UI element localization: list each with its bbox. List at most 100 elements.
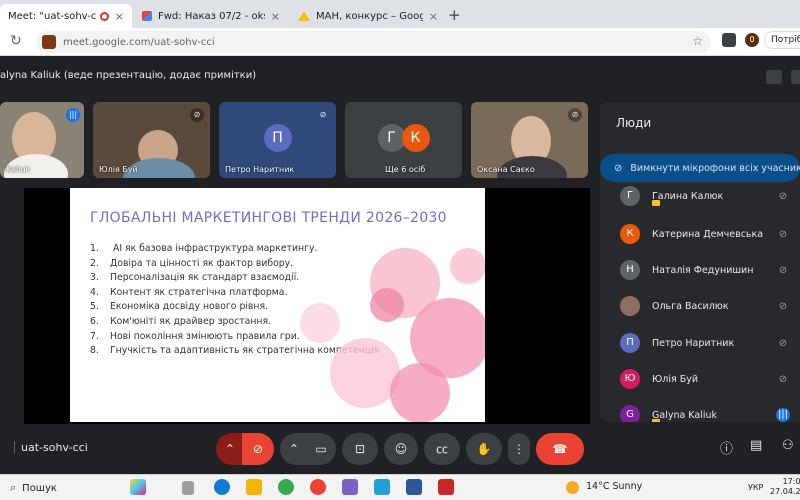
avatar: К xyxy=(401,124,430,152)
slide-list: 1. AI як базова інфраструктура маркетинг… xyxy=(90,242,379,359)
flower-decoration xyxy=(390,363,450,422)
tab-meet[interactable]: Meet: "uat-sohv-cci" × xyxy=(0,4,132,28)
participant-tile[interactable]: ⊘ Оксана Саєко xyxy=(471,102,588,178)
participant-tile[interactable]: ⊘ Юлія Буй xyxy=(93,102,210,178)
close-icon[interactable]: × xyxy=(271,10,280,23)
os-taskbar: ⌕ Пошук 14°C Sunny УКР 17:06 27.04.20 xyxy=(0,474,800,500)
mic-off-icon[interactable]: ⊘ xyxy=(776,338,790,349)
info-icon[interactable]: ⓘ xyxy=(720,438,733,457)
avatar: П xyxy=(620,333,640,353)
present-button[interactable]: ⊡ xyxy=(342,433,378,465)
avatar: G xyxy=(620,405,640,422)
close-icon[interactable]: × xyxy=(115,10,124,23)
drive-icon xyxy=(298,11,310,21)
host-badge xyxy=(652,419,660,422)
edge-icon[interactable] xyxy=(214,479,230,495)
browser-toolbar: ↻ meet.google.com/uat-sohv-cci ☆ 0 Потрі… xyxy=(0,28,800,56)
divider xyxy=(14,441,15,453)
participant-row[interactable]: К Катерина Демчевська ⊘ xyxy=(620,222,790,246)
weather-sun-icon xyxy=(566,481,579,494)
avatar: Н xyxy=(620,260,640,280)
mic-off-icon[interactable]: ⊘ xyxy=(776,374,790,385)
site-info-icon[interactable] xyxy=(42,35,56,49)
participant-row[interactable]: Ольга Василюк ⊘ xyxy=(620,294,790,318)
chat-icon[interactable]: ▤ xyxy=(750,438,762,453)
profile-button[interactable]: Потрібн xyxy=(764,31,800,49)
explorer-icon[interactable] xyxy=(246,479,262,495)
mic-off-icon[interactable]: ⊘ xyxy=(776,265,790,276)
participant-row[interactable]: G Galyna Kaliuk ||| xyxy=(620,403,790,422)
raise-hand-button[interactable]: ✋ xyxy=(466,433,502,465)
participant-name: Galyna Kaliuk xyxy=(652,409,717,421)
list-item: 1. AI як базова інфраструктура маркетинг… xyxy=(90,243,318,254)
mic-options-button[interactable]: ⌃ xyxy=(216,433,244,465)
search-label: Пошук xyxy=(22,482,57,494)
app-icon[interactable] xyxy=(342,479,358,495)
mute-all-button[interactable]: ⊘ Вимкнути мікрофони всіх учасників xyxy=(600,154,800,182)
new-tab-button[interactable]: + xyxy=(448,6,461,24)
participant-tile[interactable]: Г К Ще 6 осіб xyxy=(345,102,462,178)
telegram-icon[interactable] xyxy=(374,479,390,495)
participant-row[interactable]: Н Наталія Федунишин ⊘ xyxy=(620,258,790,282)
mic-toggle-button[interactable]: ⊘ xyxy=(242,433,274,465)
emoji-button[interactable]: ☺ xyxy=(384,433,418,465)
avatar: К xyxy=(620,224,640,244)
presentation-stage: ГЛОБАЛЬНІ МАРКЕТИНГОВІ ТРЕНДИ 2026–2030 … xyxy=(24,188,590,424)
more-options-button[interactable]: ⋮ xyxy=(508,433,530,465)
mic-off-icon[interactable]: ⊘ xyxy=(776,229,790,240)
list-item: 4. Контент як стратегічна платформа. xyxy=(90,286,288,298)
mic-off-icon: ⊘ xyxy=(190,108,204,122)
clock[interactable]: 17:06 27.04.20 xyxy=(770,477,800,497)
participant-row[interactable]: Г Галина Калюк ⊘ xyxy=(620,184,790,208)
gmail-icon xyxy=(142,11,152,21)
chrome-icon[interactable] xyxy=(310,479,326,495)
avatar: Ю xyxy=(620,369,640,389)
people-icon[interactable]: ⚇ xyxy=(782,438,794,453)
meeting-controls: uat-sohv-cci ⌃ ⊘ ⌃ ▭ ⊡ ☺ ㏄ ✋ ⋮ ☎ ⓘ ▤ ⚇ xyxy=(0,424,800,474)
list-item: 2. Довіра та цінності як фактор вибору. xyxy=(90,257,294,269)
mic-off-icon[interactable]: ⊘ xyxy=(776,191,790,202)
close-icon[interactable]: × xyxy=(429,10,438,23)
participant-name: Катерина Демчевська xyxy=(652,228,764,240)
button-label: Вимкнути мікрофони всіх учасників xyxy=(630,162,800,174)
tab-gmail[interactable]: Fwd: Наказ 07/2 - oksana.savk × xyxy=(134,4,288,28)
people-panel: Люди ⊘ Вимкнути мікрофони всіх учасників… xyxy=(600,102,800,422)
language-indicator[interactable]: УКР xyxy=(748,483,763,492)
extension-icon[interactable] xyxy=(722,33,736,47)
word-icon[interactable] xyxy=(406,479,422,495)
participant-tile[interactable]: ||| Kaliuk xyxy=(0,102,84,178)
panel-title: Люди xyxy=(616,116,652,130)
copilot-icon[interactable] xyxy=(130,479,146,495)
date: 27.04.20 xyxy=(770,487,800,496)
presentation-slide: ГЛОБАЛЬНІ МАРКЕТИНГОВІ ТРЕНДИ 2026–2030 … xyxy=(70,188,485,422)
avatar xyxy=(620,296,640,316)
hangup-button[interactable]: ☎ xyxy=(536,433,584,465)
bookmark-star-icon[interactable]: ☆ xyxy=(692,34,703,48)
account-badge[interactable]: 0 xyxy=(745,33,759,47)
tab-drive[interactable]: МАН, конкурс – Google Диск × xyxy=(290,4,446,28)
participant-row[interactable]: П Петро Наритник ⊘ xyxy=(620,331,790,355)
weather-text[interactable]: 14°C Sunny xyxy=(586,481,642,492)
mic-off-icon: ⊘ xyxy=(319,110,327,119)
speaking-icon: ||| xyxy=(776,408,790,422)
camera-toggle-button[interactable]: ▭ xyxy=(306,433,336,465)
participant-name: Наталія Федунишин xyxy=(652,264,754,276)
mic-off-icon: ⊘ xyxy=(568,108,582,122)
mic-off-icon[interactable]: ⊘ xyxy=(776,301,790,312)
task-view-icon[interactable] xyxy=(182,481,194,495)
app-icon[interactable] xyxy=(438,479,454,495)
participant-name: Петро Наритник xyxy=(652,337,735,349)
meeting-code: uat-sohv-cci xyxy=(14,441,88,454)
time: 17:06 xyxy=(782,477,800,486)
chrome-icon[interactable] xyxy=(278,479,294,495)
reload-icon[interactable]: ↻ xyxy=(10,33,22,49)
participant-tile[interactable]: П ⊘ Петро Наритник xyxy=(219,102,336,178)
more-icon[interactable] xyxy=(791,70,800,84)
camera-off-icon[interactable] xyxy=(766,70,782,84)
address-bar[interactable]: meet.google.com/uat-sohv-cci ☆ xyxy=(36,31,711,53)
url-text: meet.google.com/uat-sohv-cci xyxy=(63,36,215,48)
participant-row[interactable]: Ю Юлія Буй ⊘ xyxy=(620,367,790,391)
camera-options-button[interactable]: ⌃ xyxy=(280,433,308,465)
taskbar-search[interactable]: ⌕ Пошук xyxy=(10,479,57,497)
captions-button[interactable]: ㏄ xyxy=(424,433,460,465)
